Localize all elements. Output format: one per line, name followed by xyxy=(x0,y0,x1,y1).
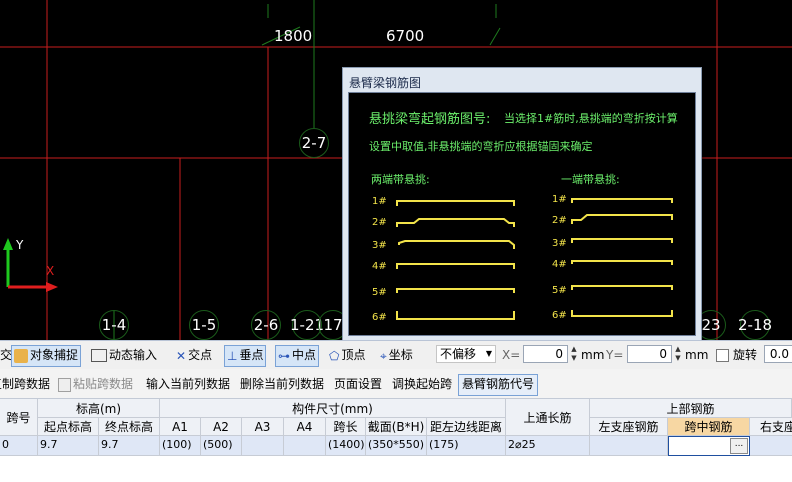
offset-select[interactable]: 不偏移 ▼ xyxy=(436,345,496,363)
intersection-snap-button[interactable]: ✕ 交点 xyxy=(176,345,212,365)
axis-bubble: 2-6 xyxy=(251,310,281,340)
cell-right-support[interactable] xyxy=(750,436,792,456)
rotate-checkbox[interactable] xyxy=(716,349,729,362)
paste-icon xyxy=(58,377,71,392)
header-right-support: 右支座钢筋 xyxy=(750,418,792,436)
cell-span[interactable]: 0 xyxy=(0,436,38,456)
header-member-size: 构件尺寸(mm) xyxy=(160,399,506,418)
header-section: 截面(B*H) xyxy=(366,418,427,436)
perpendicular-snap-button[interactable]: ⊥ 垂点 xyxy=(224,345,267,367)
coordinate-snap-button[interactable]: ⌖ 坐标 xyxy=(380,345,413,365)
object-snap-button[interactable]: 对象捕捉 xyxy=(11,345,82,367)
header-top-rebar: 上部钢筋 xyxy=(590,399,792,418)
cell-start-elevation[interactable]: 9.7 xyxy=(38,436,99,456)
cell-a1[interactable]: (100) xyxy=(160,436,201,456)
perpendicular-icon: ⊥ xyxy=(227,348,238,363)
dimension-label: 1800 xyxy=(274,27,313,45)
y-label: Y= xyxy=(606,348,624,362)
header-left-support: 左支座钢筋 xyxy=(590,418,668,436)
cell-end-elevation[interactable]: 9.7 xyxy=(99,436,160,456)
header-elevation: 标高(m) xyxy=(38,399,160,418)
rebar-diagram-panel: 悬挑梁弯起钢筋图号: 当选择1#筋时,悬挑端的弯折按计算 设置中取值,非悬挑端的… xyxy=(348,92,696,336)
dimension-label: 6700 xyxy=(386,27,425,45)
cell-a2[interactable]: (500) xyxy=(201,436,242,456)
axis-bubble: 1-4 xyxy=(99,310,129,340)
x-label: X= xyxy=(502,348,521,362)
cell-section[interactable]: (350*550) xyxy=(366,436,427,456)
ellipsis-button[interactable]: ... xyxy=(730,438,748,454)
intersection-label: 交点 xyxy=(188,348,213,362)
swap-start-span-button[interactable]: 调换起始跨 xyxy=(392,374,452,394)
x-input[interactable]: 0 xyxy=(523,345,568,363)
midpoint-label: 中点 xyxy=(292,348,317,362)
cell-edge-distance[interactable]: (175) xyxy=(427,436,506,456)
object-snap-label: 对象捕捉 xyxy=(30,348,79,362)
header-span: 跨号 xyxy=(0,399,38,436)
cell-span-length[interactable]: (1400) xyxy=(326,436,366,456)
coordinate-icon: ⌖ xyxy=(380,348,387,363)
page-setup-button[interactable]: 页面设置 xyxy=(334,374,382,394)
rotate-input[interactable]: 0.0 xyxy=(764,345,792,363)
offset-select-value: 不偏移 xyxy=(440,347,477,361)
header-end-elevation: 终点标高 xyxy=(99,418,160,436)
chevron-down-icon: ▼ xyxy=(485,349,492,358)
y-unit: mm xyxy=(685,348,709,362)
rotate-label: 旋转 xyxy=(733,348,758,362)
header-a4: A4 xyxy=(284,418,326,436)
vertex-icon: ⬠ xyxy=(329,348,340,363)
vertex-snap-button[interactable]: ⬠ 顶点 xyxy=(329,345,365,365)
y-spinner[interactable]: ▲ ▼ xyxy=(673,345,683,363)
cell-top-through[interactable]: 2⌀25 xyxy=(506,436,590,456)
x-spinner[interactable]: ▲ ▼ xyxy=(569,345,579,363)
cantilever-rebar-dialog[interactable]: 悬臂梁钢筋图 悬挑梁弯起钢筋图号: 当选择1#筋时,悬挑端的弯折按计算 设置中取… xyxy=(342,67,702,340)
span-toolbar: 复制跨数据 粘贴跨数据 输入当前列数据 删除当前列数据 页面设置 调换起始跨 悬… xyxy=(0,369,792,399)
header-edge-distance: 距左边线距离 xyxy=(427,418,506,436)
cad-canvas[interactable]: 1800 6700 2-7 1-4 1-5 2-6 1-21 17 23 2-1… xyxy=(0,0,792,340)
header-span-length: 跨长 xyxy=(326,418,366,436)
beam-span-table: 跨号 标高(m) 构件尺寸(mm) 上通长筋 上部钢筋 起点标高 终点标高 A1… xyxy=(0,399,792,482)
cantilever-code-button[interactable]: 悬臂钢筋代号 xyxy=(458,374,539,396)
header-a1: A1 xyxy=(160,418,201,436)
snap-toolbar: 交 对象捕捉 动态输入 ✕ 交点 ⊥ 垂点 ⊶ 中点 ⬠ 顶点 ⌖ 坐标 不偏移 ▼ X= … xyxy=(0,340,792,370)
x-unit: mm xyxy=(581,348,605,362)
paste-span-label: 粘贴跨数据 xyxy=(73,377,134,391)
coordinate-label: 坐标 xyxy=(388,348,413,362)
header-top-through: 上通长筋 xyxy=(506,399,590,436)
axis-bubble: 1-5 xyxy=(189,310,219,340)
dynamic-input-icon xyxy=(91,349,107,362)
midpoint-icon: ⊶ xyxy=(278,348,290,363)
cell-a3[interactable] xyxy=(242,436,284,456)
perpendicular-label: 垂点 xyxy=(239,348,264,362)
rebar-shapes xyxy=(396,198,673,320)
header-start-elevation: 起点标高 xyxy=(38,418,99,436)
cell-left-support[interactable] xyxy=(590,436,668,456)
ucs-x-label: X xyxy=(46,264,55,278)
dialog-title: 悬臂梁钢筋图 xyxy=(349,76,422,90)
vertex-label: 顶点 xyxy=(341,348,366,362)
midpoint-snap-button[interactable]: ⊶ 中点 xyxy=(275,345,320,367)
delete-column-button[interactable]: 删除当前列数据 xyxy=(240,374,324,394)
axis-bubble: 2-7 xyxy=(299,128,329,158)
intersection-icon: ✕ xyxy=(176,348,187,363)
input-column-button[interactable]: 输入当前列数据 xyxy=(146,374,230,394)
cell-a4[interactable] xyxy=(284,436,326,456)
header-a2: A2 xyxy=(201,418,242,436)
dynamic-input-label: 动态输入 xyxy=(109,348,158,362)
axis-bubble: 2-18 xyxy=(738,310,772,340)
paste-span-button[interactable]: 粘贴跨数据 xyxy=(58,374,133,394)
header-mid-span: 跨中钢筋 xyxy=(668,418,750,436)
dynamic-input-button[interactable]: 动态输入 xyxy=(91,345,157,365)
y-input[interactable]: 0 xyxy=(627,345,672,363)
ucs-y-label: Y xyxy=(16,238,24,252)
cell-mid-span[interactable]: ... xyxy=(668,436,750,456)
header-a3: A3 xyxy=(242,418,284,436)
copy-span-button[interactable]: 复制跨数据 xyxy=(0,374,50,394)
snap-icon xyxy=(14,348,28,363)
